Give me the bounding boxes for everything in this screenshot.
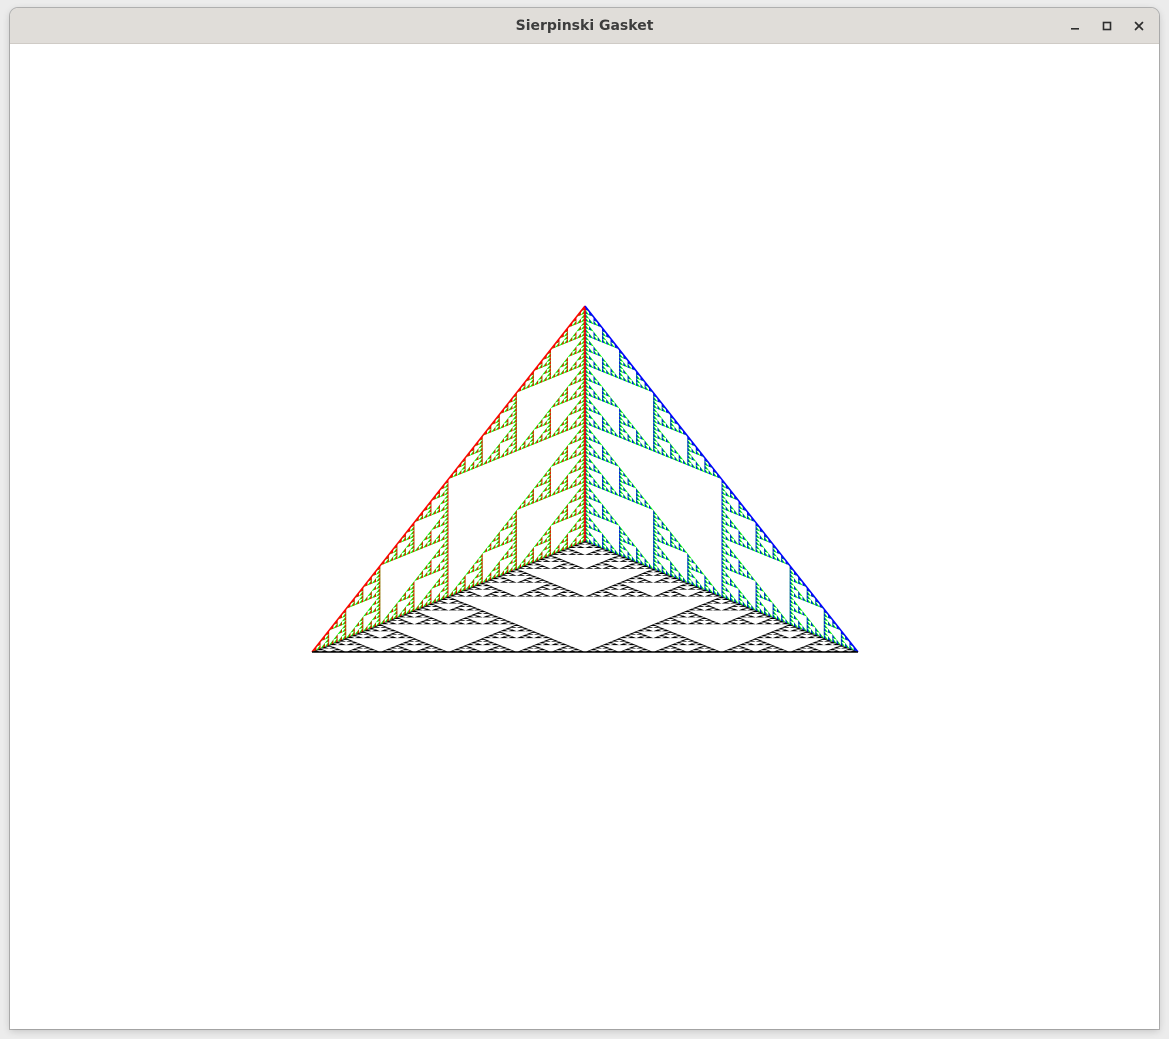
window-title: Sierpinski Gasket bbox=[515, 18, 654, 34]
window-controls bbox=[1059, 10, 1155, 42]
minimize-button[interactable] bbox=[1059, 10, 1091, 42]
maximize-button[interactable] bbox=[1091, 10, 1123, 42]
close-button[interactable] bbox=[1123, 10, 1155, 42]
sierpinski-gasket bbox=[311, 305, 859, 653]
app-window: Sierpinski Gasket bbox=[10, 8, 1159, 1029]
drawing-canvas bbox=[10, 44, 1159, 1029]
title-bar[interactable]: Sierpinski Gasket bbox=[10, 8, 1159, 44]
minimize-icon bbox=[1071, 28, 1079, 30]
close-icon bbox=[1134, 21, 1144, 31]
maximize-icon bbox=[1102, 21, 1112, 31]
